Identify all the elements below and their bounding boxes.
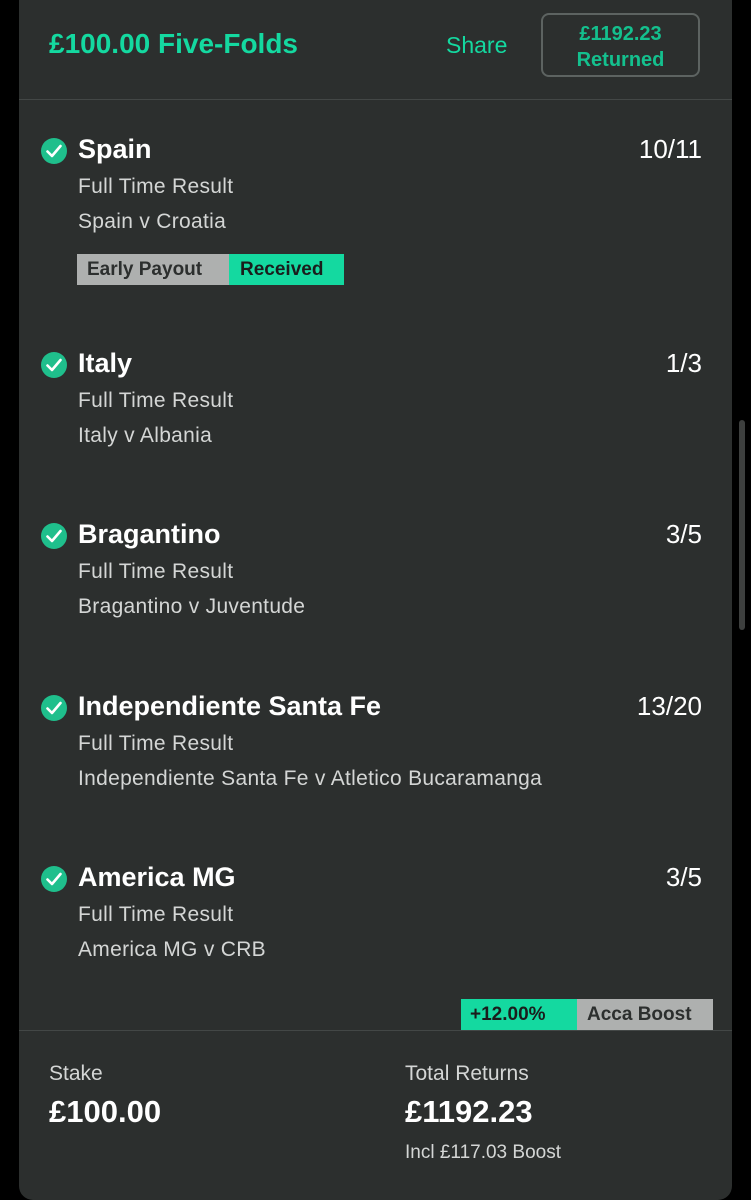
boost-included-note: Incl £117.03 Boost: [405, 1142, 561, 1163]
leg-event: Bragantino v Juventude: [78, 595, 306, 618]
scrollbar[interactable]: [739, 420, 745, 630]
stake-value: £100.00: [49, 1094, 162, 1129]
leg-market: Full Time Result: [78, 175, 234, 198]
leg-event: Spain v Croatia: [78, 210, 227, 233]
check-circle-icon: [41, 523, 67, 549]
leg-selection: Italy: [78, 348, 133, 378]
leg-selection: Independiente Santa Fe: [78, 691, 382, 721]
leg-selection: Spain: [78, 134, 152, 164]
returned-label: Returned: [576, 49, 665, 71]
leg-selection: Bragantino: [78, 519, 221, 549]
leg-market: Full Time Result: [78, 732, 234, 755]
leg-odds: 13/20: [636, 691, 702, 721]
leg-selection: America MG: [78, 862, 236, 892]
bet-title: £100.00 Five-Folds: [49, 28, 299, 59]
leg-odds: 1/3: [665, 348, 702, 378]
leg-odds: 3/5: [665, 519, 702, 549]
leg-odds: 10/11: [638, 134, 702, 164]
total-returns-label: Total Returns: [405, 1062, 529, 1085]
leg-event: Italy v Albania: [78, 424, 213, 447]
acca-boost-badge: Acca Boost: [577, 999, 713, 1030]
leg-market: Full Time Result: [78, 560, 234, 583]
leg-market: Full Time Result: [78, 903, 234, 926]
leg-market: Full Time Result: [78, 389, 234, 412]
returned-button[interactable]: £1192.23 Returned: [541, 13, 700, 77]
check-circle-icon: [41, 138, 67, 164]
stake-label: Stake: [49, 1062, 103, 1085]
check-circle-icon: [41, 866, 67, 892]
check-circle-icon: [41, 352, 67, 378]
check-circle-icon: [41, 695, 67, 721]
bet-card: £100.00 Five-Folds Share £1192.23 Return…: [19, 0, 732, 1200]
leg-odds: 3/5: [665, 862, 702, 892]
leg-event: America MG v CRB: [78, 938, 266, 961]
footer-divider: [19, 1030, 732, 1031]
leg-event: Independiente Santa Fe v Atletico Bucara…: [78, 767, 543, 790]
share-button[interactable]: Share: [446, 32, 507, 59]
header-divider: [19, 99, 732, 100]
early-payout-badge: Early Payout: [77, 254, 229, 285]
total-returns-value: £1192.23: [405, 1094, 533, 1129]
returned-amount: £1192.23: [579, 23, 662, 45]
boost-percent-badge: +12.00%: [461, 999, 577, 1030]
bet-header: £100.00 Five-Folds Share £1192.23 Return…: [19, 0, 732, 99]
received-badge: Received: [229, 254, 344, 285]
